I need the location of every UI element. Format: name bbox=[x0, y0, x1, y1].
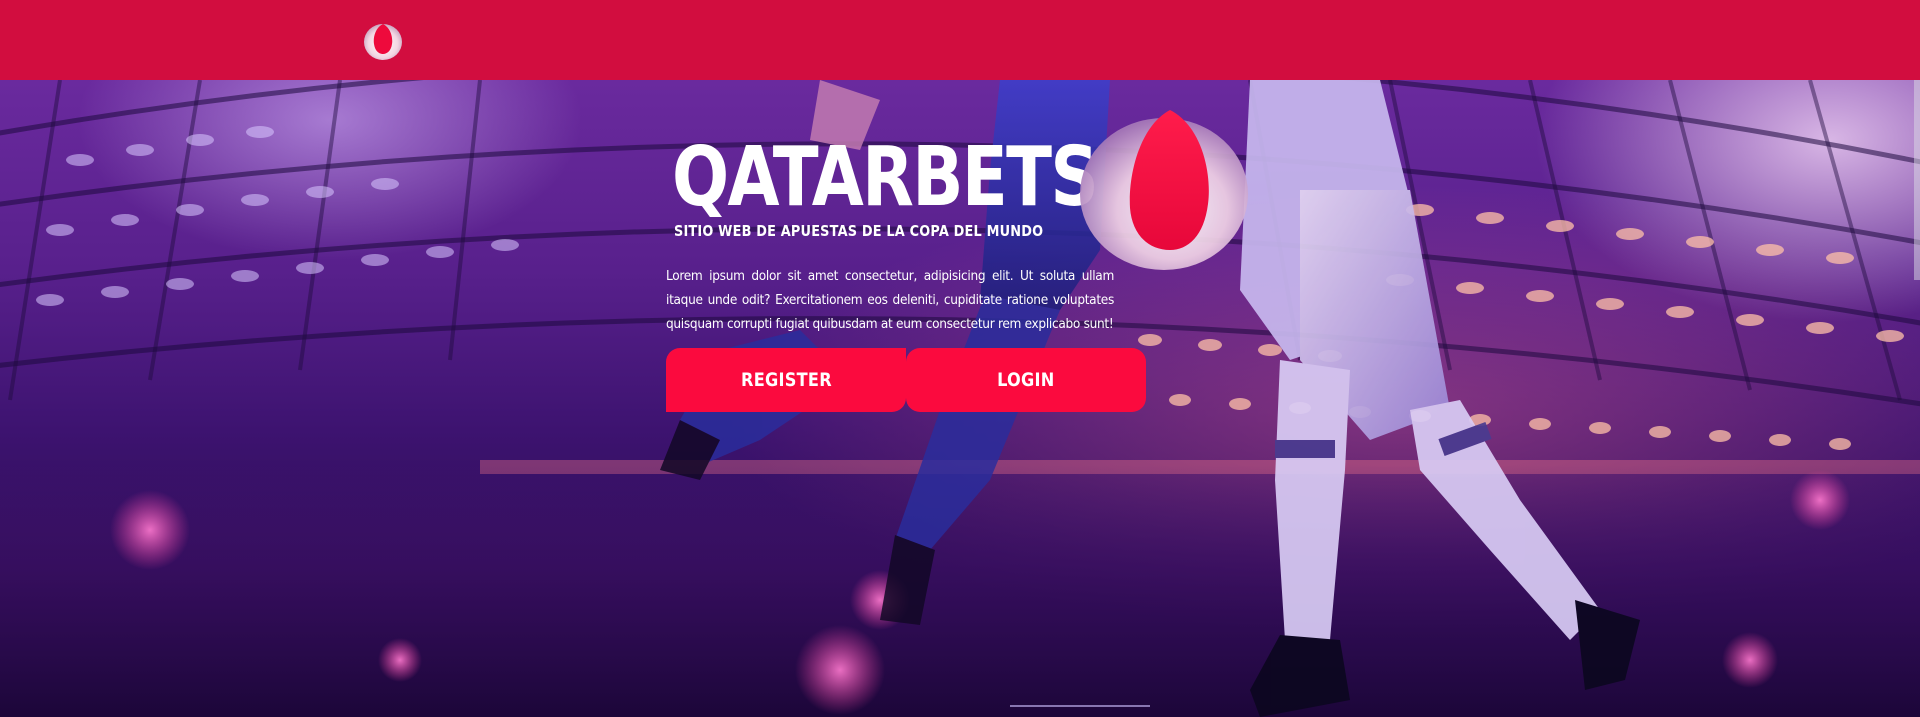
hero-description: Lorem ipsum dolor sit amet consectetur, … bbox=[666, 268, 1114, 332]
login-button-label: LOGIN bbox=[997, 369, 1055, 391]
brand-title: QATARBETS bbox=[672, 130, 1099, 225]
register-button-label: REGISTER bbox=[740, 369, 832, 391]
qatarbets-drop-logo-icon[interactable] bbox=[362, 20, 404, 62]
landing-page: QATARBETS SITIO WEB DE APUESTAS DE LA CO… bbox=[0, 0, 1920, 717]
top-nav-bar bbox=[0, 0, 1920, 80]
qatarbets-drop-logo-icon bbox=[1080, 110, 1248, 270]
register-button[interactable]: REGISTER bbox=[666, 348, 906, 412]
login-button[interactable]: LOGIN bbox=[906, 348, 1146, 412]
brand-tagline: SITIO WEB DE APUESTAS DE LA COPA DEL MUN… bbox=[674, 222, 1044, 240]
auth-buttons: REGISTER LOGIN bbox=[666, 348, 1146, 412]
page-scrollbar[interactable] bbox=[1914, 80, 1920, 280]
